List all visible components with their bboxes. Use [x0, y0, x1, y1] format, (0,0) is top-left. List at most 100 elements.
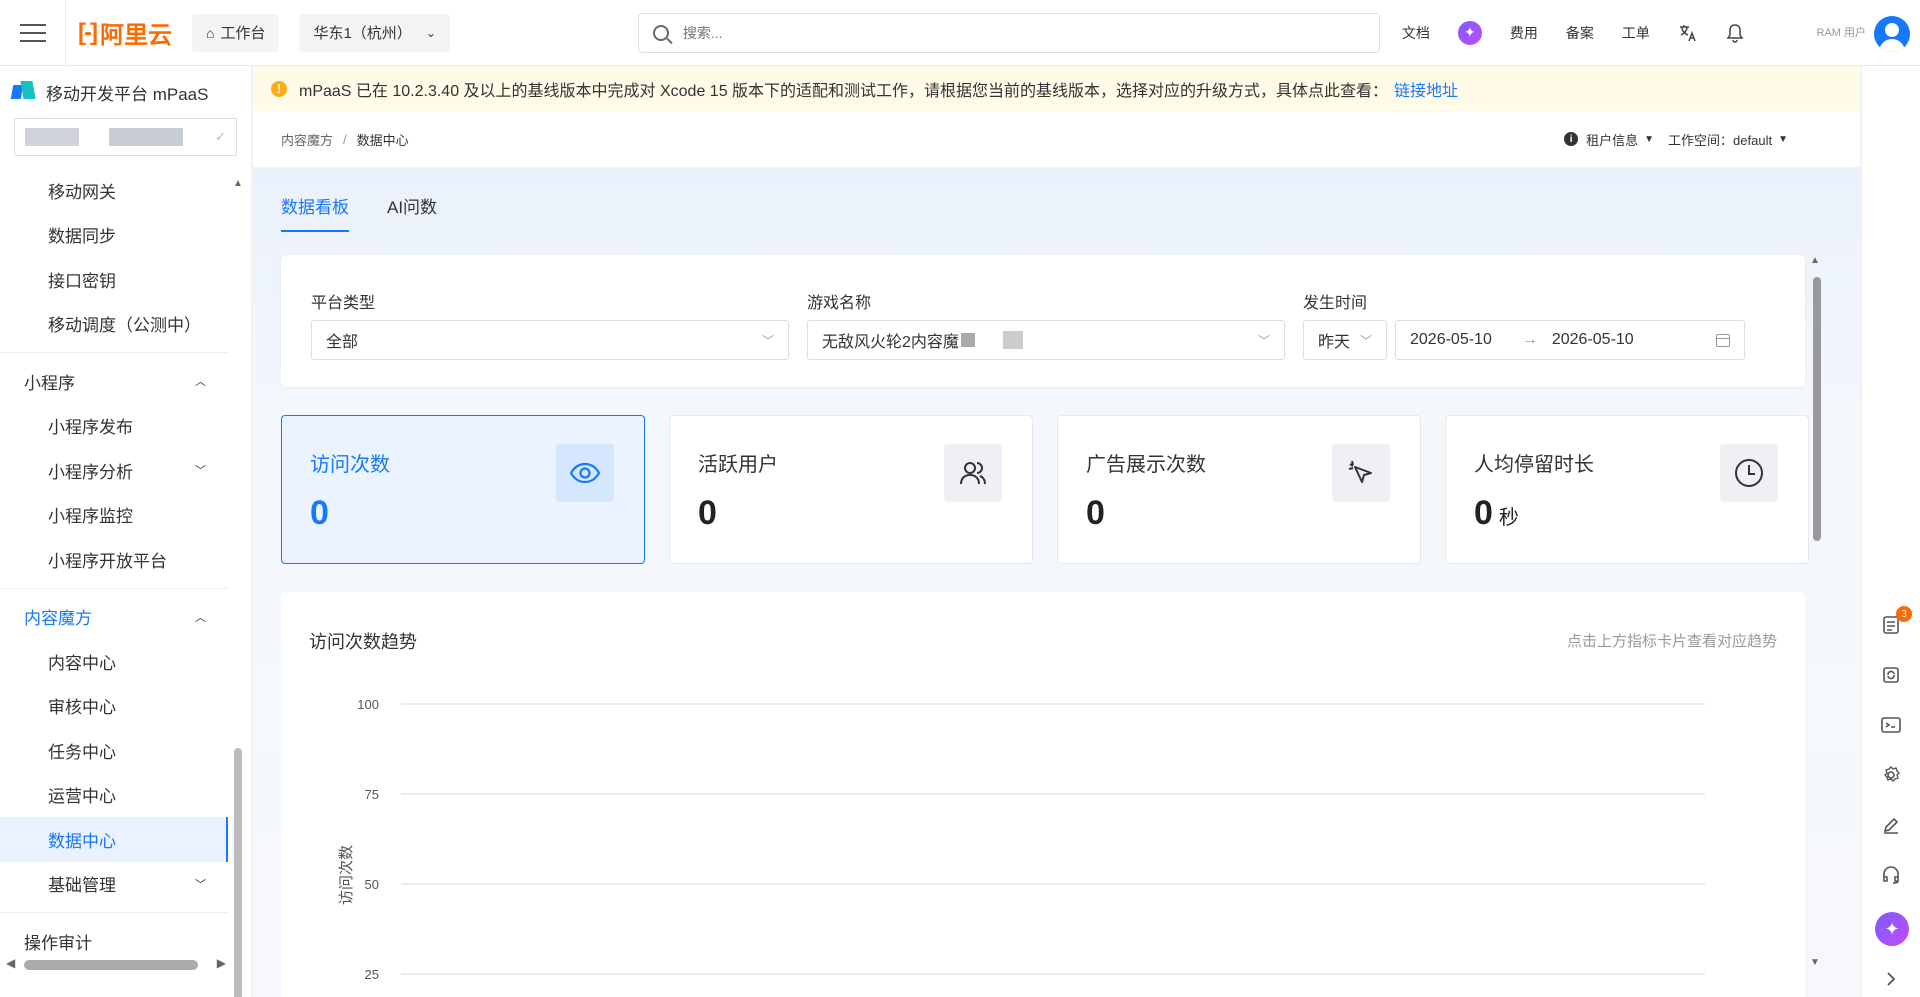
- scroll-thumb[interactable]: [234, 748, 242, 997]
- sidebar-vertical-scrollbar[interactable]: ▲ ▼: [232, 178, 246, 997]
- sidebar-item-label: 任务中心: [48, 742, 116, 762]
- tenant-info-dropdown[interactable]: 租户信息: [1586, 130, 1638, 149]
- sidebar-item-label: 小程序分析: [48, 462, 133, 482]
- metric-card-avg-duration[interactable]: 人均停留时长 0秒: [1445, 415, 1809, 564]
- breadcrumb-parent[interactable]: 内容魔方: [281, 130, 333, 149]
- sidebar-horizontal-scrollbar[interactable]: ◀ ▶: [6, 956, 226, 972]
- platform-select[interactable]: 全部 ﹀: [311, 320, 789, 360]
- sidebar-item-8[interactable]: 小程序开放平台: [0, 537, 228, 582]
- scroll-up-icon[interactable]: ▲: [1810, 255, 1820, 266]
- sidebar-item-label: 基础管理: [48, 876, 116, 896]
- time-preset-select[interactable]: 昨天 ﹀: [1303, 320, 1387, 360]
- sidebar-item-1[interactable]: 数据同步: [0, 213, 228, 258]
- metric-title: 活跃用户: [698, 454, 778, 476]
- settings-icon[interactable]: [1880, 764, 1902, 786]
- trend-chart: 100 75 50 25 访问次数: [338, 697, 1705, 982]
- chevron-down-icon: ﹀: [1359, 333, 1372, 348]
- scroll-left-icon[interactable]: ◀: [6, 956, 15, 970]
- tab-dashboard[interactable]: 数据看板: [281, 193, 349, 232]
- calendar-icon: [1716, 333, 1730, 347]
- headset-icon[interactable]: [1880, 864, 1902, 886]
- sidebar-item-label: 运营中心: [48, 787, 116, 807]
- app-selector[interactable]: ✓: [14, 118, 237, 156]
- sidebar-item-6[interactable]: 小程序分析 ﹀: [0, 448, 228, 493]
- sidebar-item-label: 数据中心: [48, 831, 116, 851]
- user-avatar[interactable]: [1874, 16, 1910, 52]
- time-preset-value: 昨天: [1318, 334, 1351, 351]
- sidebar-item-2[interactable]: 接口密钥: [0, 257, 228, 302]
- metric-unit: 秒: [1498, 507, 1519, 529]
- sidebar-item-label: 小程序监控: [48, 507, 133, 527]
- sidebar-item-12[interactable]: 任务中心: [0, 728, 228, 773]
- chevron-right-icon[interactable]: [1880, 968, 1902, 990]
- sidebar: 移动开发平台 mPaaS ✓ 移动网关 数据同步 接口密钥 移动调度（公测中） 小程序 ︿…: [0, 66, 252, 997]
- menu-divider: [0, 912, 228, 913]
- redacted-text: [1002, 331, 1023, 349]
- sidebar-item-5[interactable]: 小程序发布: [0, 404, 228, 449]
- search-input[interactable]: [682, 24, 1365, 41]
- breadcrumb-separator: /: [343, 131, 347, 147]
- user-type-label: RAM 用户: [1816, 27, 1867, 39]
- notification-badge: 3: [1896, 606, 1912, 622]
- ai-assistant-icon[interactable]: ✦: [1875, 912, 1909, 946]
- sidebar-menu: 移动网关 数据同步 接口密钥移动调度（公测中） 小程序 ︿ 小程序发布 小程序分析 ﹀ 小程序监…: [0, 168, 228, 964]
- sidebar-group-4[interactable]: 小程序 ︿: [0, 359, 228, 404]
- icp-link[interactable]: 备案: [1566, 23, 1594, 43]
- scroll-right-icon[interactable]: ▶: [217, 956, 226, 970]
- top-header: [-]阿里云 ⌂ 工作台 华东1（杭州） ⌄ 文档 ✦ 费用 备案 工单 RAM…: [0, 0, 1920, 66]
- sidebar-item-label: 小程序: [24, 373, 75, 393]
- main-content: 数据看板 AI问数 平台类型 全部 ﹀ 游戏名称 无敌风火轮2内容魔 ﹀ 发生时…: [253, 167, 1860, 997]
- game-select[interactable]: 无敌风火轮2内容魔 ﹀: [807, 320, 1285, 360]
- y-tick-label: 25: [365, 967, 379, 982]
- sidebar-item-0[interactable]: 移动网关: [0, 168, 228, 213]
- sidebar-item-15[interactable]: 基础管理 ﹀: [0, 862, 228, 907]
- right-toolbar: 3 ✦: [1861, 66, 1920, 997]
- workspace-dropdown[interactable]: 工作空间：default: [1668, 130, 1772, 149]
- sidebar-group-9[interactable]: 内容魔方 ︿: [0, 595, 228, 640]
- language-icon[interactable]: [1678, 23, 1698, 43]
- aliyun-logo[interactable]: [-] 阿里云: [78, 15, 172, 50]
- sync-icon[interactable]: [1880, 664, 1902, 686]
- menu-divider: [0, 587, 228, 589]
- sidebar-item-13[interactable]: 运营中心: [0, 773, 228, 818]
- content-scrollbar[interactable]: ▲ ▼: [1810, 255, 1824, 975]
- sidebar-item-10[interactable]: 内容中心: [0, 639, 228, 684]
- scroll-down-icon[interactable]: ▼: [1810, 957, 1820, 968]
- menu-toggle-icon[interactable]: [0, 0, 66, 66]
- workbench-button[interactable]: ⌂ 工作台: [191, 13, 280, 52]
- menu-divider: [0, 352, 228, 353]
- end-date-input[interactable]: 2026-05-10: [1552, 331, 1634, 349]
- docs-link[interactable]: 文档: [1402, 23, 1430, 43]
- edit-icon[interactable]: [1880, 814, 1902, 836]
- sidebar-item-7[interactable]: 小程序监控: [0, 493, 228, 538]
- ai-assistant-icon[interactable]: ✦: [1457, 20, 1482, 45]
- search-icon: [652, 24, 669, 41]
- sidebar-item-label: 操作审计: [24, 933, 92, 953]
- scroll-thumb[interactable]: [24, 960, 198, 970]
- ticket-link[interactable]: 工单: [1622, 23, 1650, 43]
- info-icon: i: [1564, 132, 1579, 146]
- bell-icon[interactable]: [1726, 23, 1744, 43]
- notice-link[interactable]: 链接地址: [1394, 77, 1458, 101]
- metric-card-active-users[interactable]: 活跃用户 0: [669, 415, 1033, 564]
- sidebar-item-14[interactable]: 数据中心: [0, 817, 228, 862]
- sidebar-item-3[interactable]: 移动调度（公测中）: [0, 302, 228, 347]
- terminal-icon[interactable]: [1880, 714, 1902, 736]
- start-date-input[interactable]: 2026-05-10: [1410, 331, 1492, 349]
- search-box[interactable]: [637, 12, 1380, 53]
- region-selector[interactable]: 华东1（杭州） ⌄: [299, 13, 450, 52]
- metric-card-visits[interactable]: 访问次数 0: [281, 415, 645, 564]
- metric-card-ad-impressions[interactable]: 广告展示次数 0: [1057, 415, 1421, 564]
- billing-link[interactable]: 费用: [1510, 23, 1538, 43]
- tab-ai-query[interactable]: AI问数: [387, 193, 437, 232]
- check-icon: ✓: [215, 129, 226, 144]
- redacted-app-id: [109, 128, 183, 146]
- top-links: 文档 ✦ 费用 备案 工单: [1402, 20, 1772, 45]
- date-range-picker[interactable]: 2026-05-10 → 2026-05-10: [1395, 320, 1745, 360]
- sidebar-item-label: 移动调度（公测中）: [48, 316, 201, 336]
- sidebar-item-11[interactable]: 审核中心: [0, 684, 228, 729]
- notes-icon[interactable]: 3: [1880, 606, 1912, 636]
- sidebar-item-label: 小程序开放平台: [48, 551, 167, 571]
- scroll-up-icon[interactable]: ▲: [233, 178, 243, 189]
- user-info[interactable]: RAM 用户: [1817, 12, 1867, 40]
